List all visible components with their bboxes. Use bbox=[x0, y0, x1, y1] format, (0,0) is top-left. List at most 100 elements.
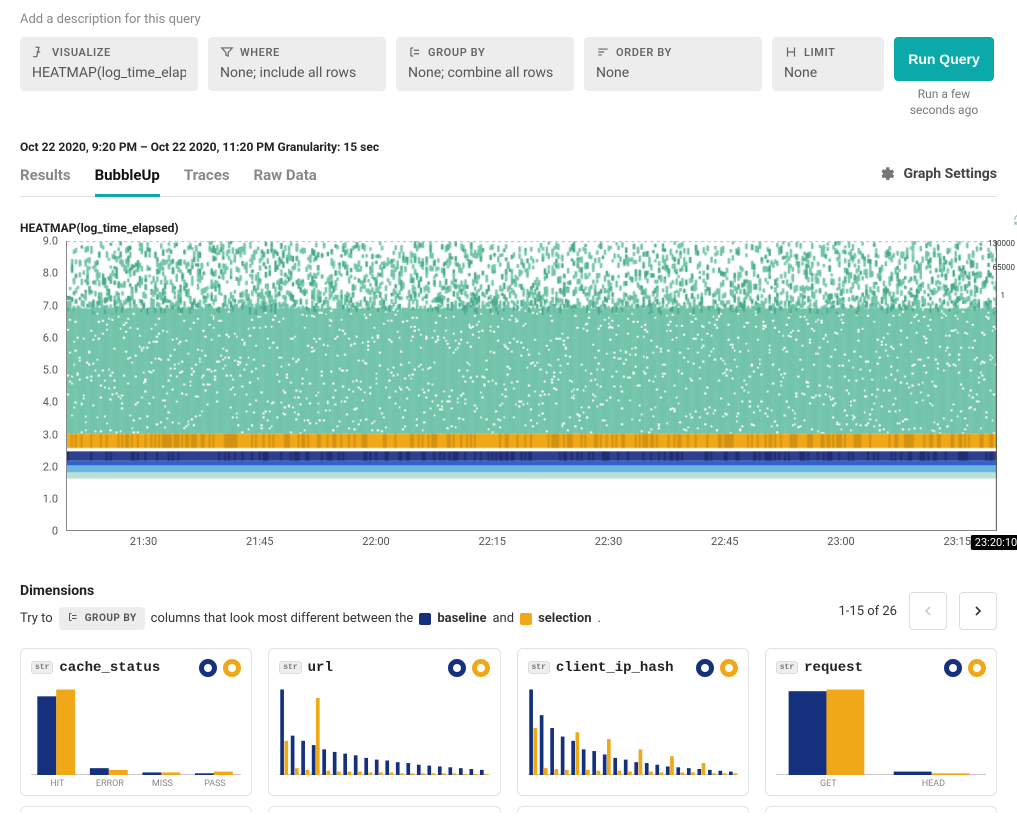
dimension-card[interactable]: str request GETHEAD bbox=[765, 648, 997, 796]
and-word: and bbox=[492, 611, 514, 626]
selection-ring-icon bbox=[223, 659, 241, 677]
x-tick: 21:30 bbox=[130, 535, 157, 548]
tab-results[interactable]: Results bbox=[20, 160, 71, 196]
orderby-icon bbox=[596, 45, 610, 59]
where-clause[interactable]: WHERE None; include all rows bbox=[208, 37, 386, 91]
dimensions-heading: Dimensions bbox=[20, 583, 601, 599]
hint-post: columns that look most different between… bbox=[151, 611, 414, 626]
groupby-label: GROUP BY bbox=[428, 46, 485, 59]
limit-label: LIMIT bbox=[804, 46, 836, 59]
graph-settings-button[interactable]: Graph Settings bbox=[877, 165, 997, 191]
y-tick: 1.0 bbox=[43, 492, 58, 505]
query-description-placeholder[interactable]: Add a description for this query bbox=[20, 12, 997, 27]
graph-settings-label: Graph Settings bbox=[903, 166, 997, 182]
baseline-word: baseline bbox=[437, 611, 486, 626]
result-tabs: Results BubbleUp Traces Raw Data bbox=[20, 160, 317, 196]
selection-word: selection bbox=[538, 611, 591, 626]
x-tick: 22:45 bbox=[711, 535, 738, 548]
baseline-swatch-icon bbox=[419, 613, 431, 625]
refresh-icon[interactable] bbox=[1013, 213, 1017, 227]
groupby-icon bbox=[67, 611, 79, 626]
color-legend: 130000 65000 1 bbox=[1001, 241, 1017, 297]
limit-icon bbox=[784, 45, 798, 59]
visualize-clause[interactable]: VISUALIZE HEATMAP(log_time_elap bbox=[20, 37, 198, 91]
orderby-value: None bbox=[596, 65, 750, 81]
tab-traces[interactable]: Traces bbox=[184, 160, 230, 196]
x-tick: 22:15 bbox=[479, 535, 506, 548]
groupby-pill[interactable]: GROUP BY bbox=[59, 607, 145, 630]
y-tick: 9.0 bbox=[43, 235, 58, 248]
dimension-card[interactable]: str url bbox=[268, 648, 500, 796]
orderby-label: ORDER BY bbox=[616, 46, 672, 59]
query-builder: VISUALIZE HEATMAP(log_time_elap WHERE No… bbox=[20, 37, 997, 118]
dimension-card[interactable]: str cache_status HITERRORMISSPASS bbox=[20, 648, 252, 796]
dimension-name: client_ip_hash bbox=[556, 660, 674, 676]
mini-labels: GETHEAD bbox=[776, 779, 986, 789]
type-badge: str bbox=[776, 661, 798, 674]
type-badge: str bbox=[528, 661, 550, 674]
y-tick: 4.0 bbox=[43, 396, 58, 409]
x-tick-selected: 23:20:10 bbox=[971, 535, 1017, 550]
dimension-mini-chart bbox=[31, 685, 241, 775]
pager-next-button[interactable] bbox=[959, 592, 997, 630]
orderby-clause[interactable]: ORDER BY None bbox=[584, 37, 762, 91]
legend-max: 130000 bbox=[988, 239, 1015, 248]
time-range-sep: – bbox=[140, 140, 148, 154]
granularity-value: 15 sec bbox=[343, 140, 379, 154]
legend-mid: 65000 bbox=[993, 263, 1015, 272]
dimension-cards-next-row-peek bbox=[20, 806, 997, 812]
dimension-name: cache_status bbox=[59, 660, 160, 676]
chart-title: HEATMAP(log_time_elapsed) bbox=[20, 221, 997, 235]
x-tick: 21:45 bbox=[246, 535, 273, 548]
tab-bubbleup[interactable]: BubbleUp bbox=[95, 160, 160, 197]
dimension-mini-chart bbox=[528, 685, 738, 775]
groupby-icon bbox=[408, 45, 422, 59]
groupby-value: None; combine all rows bbox=[408, 65, 562, 81]
dimension-name: url bbox=[308, 660, 333, 676]
granularity-label: Granularity: bbox=[278, 140, 341, 154]
tab-rawdata[interactable]: Raw Data bbox=[254, 160, 317, 196]
dimension-mini-chart bbox=[776, 685, 986, 775]
y-tick: 3.0 bbox=[43, 428, 58, 441]
type-badge: str bbox=[31, 661, 53, 674]
y-tick: 7.0 bbox=[43, 299, 58, 312]
y-tick: 5.0 bbox=[43, 364, 58, 377]
y-tick: 0 bbox=[52, 525, 58, 538]
legend-min: 1 bbox=[1001, 291, 1006, 300]
baseline-ring-icon bbox=[448, 659, 466, 677]
y-axis: 01.02.03.04.05.06.07.08.09.0 bbox=[20, 241, 66, 531]
dimension-name: request bbox=[804, 660, 863, 676]
run-meta-text: Run a few seconds ago bbox=[894, 87, 994, 118]
x-tick: 23:15 bbox=[944, 535, 971, 548]
x-tick: 22:30 bbox=[595, 535, 622, 548]
x-tick: 23:00 bbox=[827, 535, 854, 548]
filter-icon bbox=[220, 45, 234, 59]
where-label: WHERE bbox=[240, 46, 280, 59]
mini-labels: HITERRORMISSPASS bbox=[31, 779, 241, 789]
groupby-pill-label: GROUP BY bbox=[85, 613, 137, 624]
selection-ring-icon bbox=[472, 659, 490, 677]
gear-icon bbox=[877, 165, 895, 183]
time-range-end: Oct 22 2020, 11:20 PM bbox=[151, 140, 275, 154]
pager-prev-button[interactable] bbox=[909, 592, 947, 630]
visualize-label: VISUALIZE bbox=[52, 46, 111, 59]
baseline-ring-icon bbox=[199, 659, 217, 677]
selection-ring-icon bbox=[968, 659, 986, 677]
pagination-text: 1-15 of 26 bbox=[838, 604, 897, 619]
baseline-ring-icon bbox=[696, 659, 714, 677]
hint-pre: Try to bbox=[20, 611, 53, 626]
time-range[interactable]: Oct 22 2020, 9:20 PM – Oct 22 2020, 11:2… bbox=[20, 140, 997, 154]
dimensions-pager: 1-15 of 26 bbox=[838, 592, 997, 630]
function-icon bbox=[32, 45, 46, 59]
y-tick: 2.0 bbox=[43, 460, 58, 473]
y-tick: 8.0 bbox=[43, 267, 58, 280]
y-tick: 6.0 bbox=[43, 331, 58, 344]
dimension-card[interactable]: str client_ip_hash bbox=[517, 648, 749, 796]
time-range-start: Oct 22 2020, 9:20 PM bbox=[20, 140, 137, 154]
heatmap-plot[interactable]: 130000 65000 1 bbox=[66, 241, 997, 531]
groupby-clause[interactable]: GROUP BY None; combine all rows bbox=[396, 37, 574, 91]
where-value: None; include all rows bbox=[220, 65, 374, 81]
run-query-button[interactable]: Run Query bbox=[894, 37, 994, 81]
selection-ring-icon bbox=[720, 659, 738, 677]
limit-clause[interactable]: LIMIT None bbox=[772, 37, 884, 91]
